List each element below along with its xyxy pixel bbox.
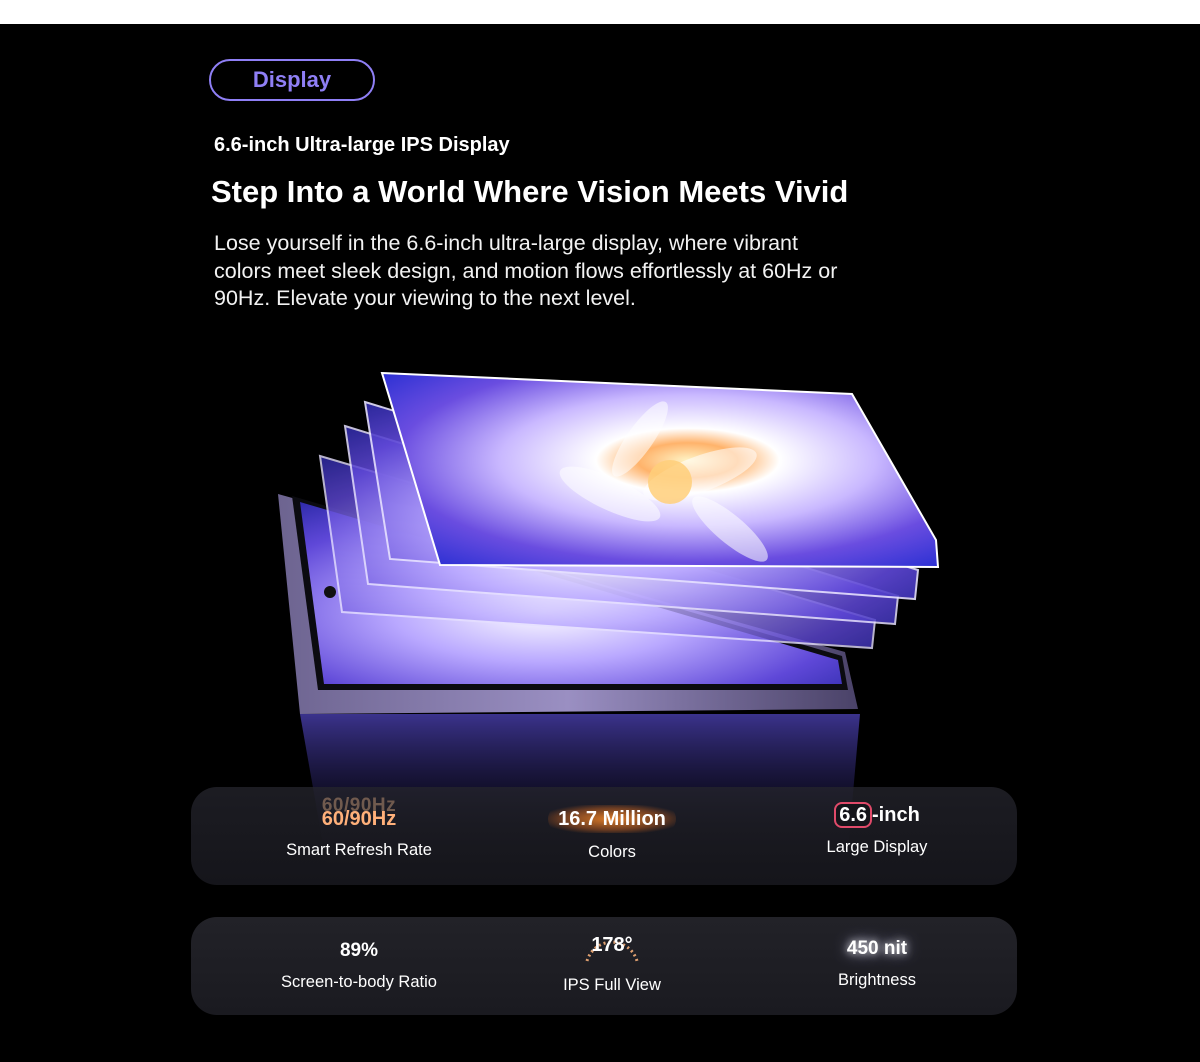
refresh-rate-label: Smart Refresh Rate (286, 841, 432, 859)
display-size-box: 6.6 (834, 802, 873, 828)
screen-ratio-value: 89% (339, 940, 379, 961)
brightness-value: 450 nit (846, 938, 908, 959)
display-size-label: Large Display (826, 838, 928, 856)
colors-value: 16.7 Million (548, 805, 676, 833)
spec-screen-ratio: 89% Screen-to-body Ratio (239, 939, 479, 993)
display-size-value: 6.6 -inch (757, 802, 997, 828)
viewing-angle-dial: 178° (577, 925, 647, 965)
spec-display-size: 6.6 -inch Large Display (757, 802, 997, 858)
refresh-rate-value: 60/90Hz 60/90Hz (239, 795, 479, 831)
phone-hero-image (278, 371, 940, 884)
flower-center (648, 460, 692, 504)
display-feature-panel: Display 6.6-inch Ultra-large IPS Display… (0, 24, 1200, 1062)
viewing-angle-label: IPS Full View (563, 976, 661, 994)
brightness-label: Brightness (838, 971, 916, 989)
spec-refresh-rate: 60/90Hz 60/90Hz Smart Refresh Rate (239, 795, 479, 861)
spec-brightness: 450 nit Brightness (757, 937, 997, 991)
spec-card-row-1: 60/90Hz 60/90Hz Smart Refresh Rate 16.7 … (191, 787, 1017, 885)
spec-colors: 16.7 Million Colors (492, 805, 732, 863)
viewing-angle-value: 178° (591, 934, 633, 956)
spec-card-row-2: 89% Screen-to-body Ratio 178° IPS Full V… (191, 917, 1017, 1015)
front-camera-icon (324, 586, 336, 598)
screen-ratio-label: Screen-to-body Ratio (281, 973, 437, 991)
spec-viewing-angle: 178° IPS Full View (492, 925, 732, 996)
refresh-rate-ghost: 60/90Hz (321, 795, 397, 816)
colors-label: Colors (588, 843, 636, 861)
